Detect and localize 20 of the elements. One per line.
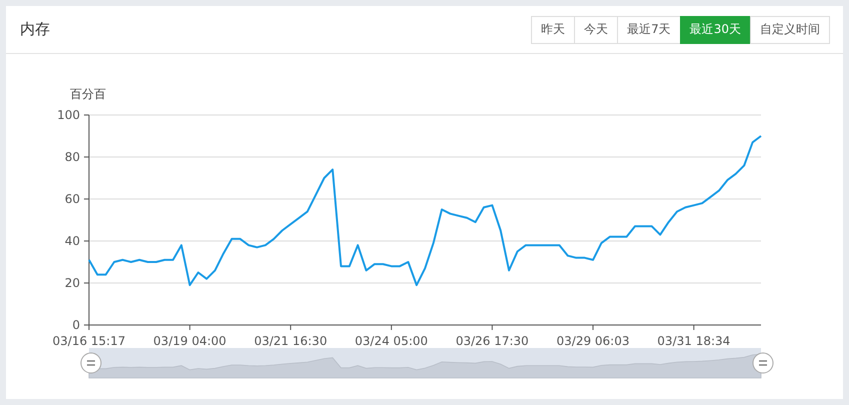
- y-tick-label: 40: [64, 234, 80, 248]
- x-tick-label: 03/26 17:30: [456, 334, 529, 348]
- x-tick-label: 03/16 15:17: [52, 334, 126, 348]
- panel-title: 内存: [20, 20, 50, 39]
- range-slider[interactable]: [80, 348, 774, 378]
- y-tick-label: 20: [64, 276, 80, 290]
- y-axis-title: 百分百: [70, 87, 106, 101]
- y-tick-label: 60: [64, 192, 80, 206]
- range-tab[interactable]: 今天: [574, 16, 618, 44]
- y-tick-label: 80: [64, 150, 80, 164]
- x-tick-label: 03/29 06:03: [556, 334, 630, 348]
- y-tick-label: 0: [72, 318, 80, 332]
- x-tick-label: 03/24 05:00: [354, 334, 428, 348]
- range-tab[interactable]: 昨天: [531, 16, 576, 44]
- x-tick-label: 03/31 18:34: [657, 334, 730, 348]
- range-tab[interactable]: 最近7天: [617, 16, 681, 44]
- x-tick-label: 03/19 04:00: [153, 334, 226, 348]
- x-tick-label: 03/21 16:30: [254, 334, 328, 348]
- range-tab[interactable]: 自定义时间: [750, 16, 830, 44]
- y-tick-label: 100: [57, 108, 80, 122]
